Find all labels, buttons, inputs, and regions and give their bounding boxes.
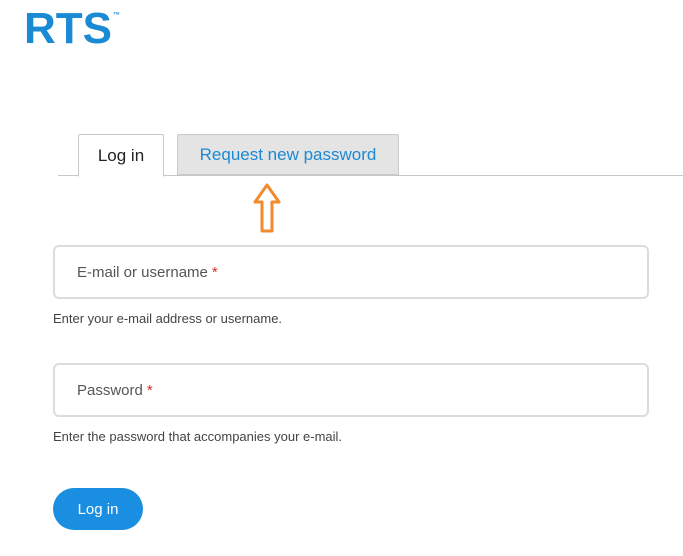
up-arrow-icon	[253, 183, 281, 233]
rts-logo[interactable]: RTS ™	[24, 4, 120, 53]
login-page: RTS ™ Log in Request new password E-mail…	[0, 0, 683, 556]
tab-request-new-password-label: Request new password	[199, 144, 377, 164]
password-field[interactable]: Password *	[53, 363, 649, 417]
logo-text: RTS	[24, 4, 112, 53]
required-marker: *	[146, 381, 153, 399]
log-in-button[interactable]: Log in	[53, 488, 143, 530]
tab-log-in-label: Log in	[97, 145, 145, 165]
logo-trademark: ™	[113, 12, 120, 19]
required-marker: *	[211, 263, 218, 281]
tab-log-in[interactable]: Log in	[78, 134, 164, 177]
tab-request-new-password[interactable]: Request new password	[177, 134, 399, 175]
email-help-text: Enter your e-mail address or username.	[53, 311, 283, 326]
email-field-placeholder: E-mail or username	[77, 263, 208, 281]
log-in-button-label: Log in	[77, 500, 119, 518]
email-or-username-field[interactable]: E-mail or username *	[53, 245, 649, 299]
password-field-placeholder: Password	[77, 381, 143, 399]
password-help-text: Enter the password that accompanies your…	[53, 429, 343, 444]
